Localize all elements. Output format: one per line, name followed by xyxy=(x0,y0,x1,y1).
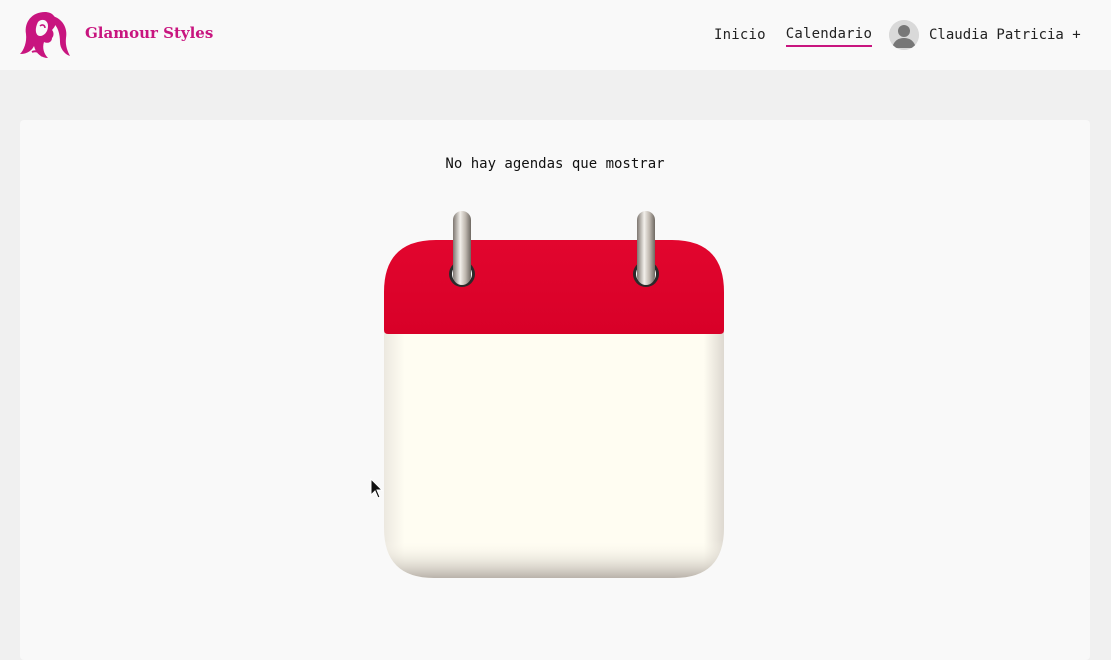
top-navbar: Glamour Styles Inicio Calendario Claudia… xyxy=(0,0,1111,70)
brand-name[interactable]: Glamour Styles xyxy=(85,24,213,42)
main-nav: Inicio Calendario xyxy=(714,26,873,47)
user-name: Claudia Patricia + xyxy=(929,27,1081,43)
woman-profile-logo-icon xyxy=(20,12,70,58)
nav-link-calendario[interactable]: Calendario xyxy=(785,26,873,47)
nav-link-inicio[interactable]: Inicio xyxy=(714,27,766,46)
user-avatar-icon xyxy=(889,20,919,50)
calendar-icon xyxy=(384,211,724,578)
brand-logo[interactable] xyxy=(18,8,72,62)
main-card: No hay agendas que mostrar xyxy=(20,120,1090,660)
user-menu[interactable]: Claudia Patricia + xyxy=(889,20,1081,50)
empty-state-message: No hay agendas que mostrar xyxy=(445,156,665,172)
